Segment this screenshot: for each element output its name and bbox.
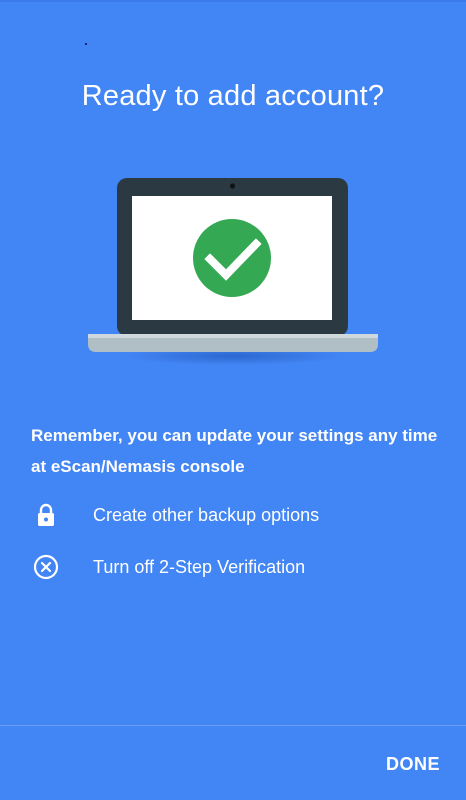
footer-divider [0,725,466,726]
cancel-circle-icon [33,554,59,580]
option-turn-off-2sv[interactable]: Turn off 2-Step Verification [0,547,466,587]
option-label: Create other backup options [93,504,320,525]
settings-reminder-text: Remember, you can update your settings a… [31,426,438,476]
option-create-backup[interactable]: Create other backup options [0,495,466,535]
account-ready-screen: Ready to add account? Remember, you can … [0,0,466,800]
decorative-dot [85,43,87,45]
page-title: Ready to add account? [81,80,385,112]
done-button[interactable]: DONE [382,745,444,783]
check-circle-icon [193,219,271,297]
lock-icon [33,502,59,528]
laptop-with-check-icon [88,178,378,365]
option-label: Turn off 2-Step Verification [93,556,306,577]
status-bar-strip [0,0,466,2]
